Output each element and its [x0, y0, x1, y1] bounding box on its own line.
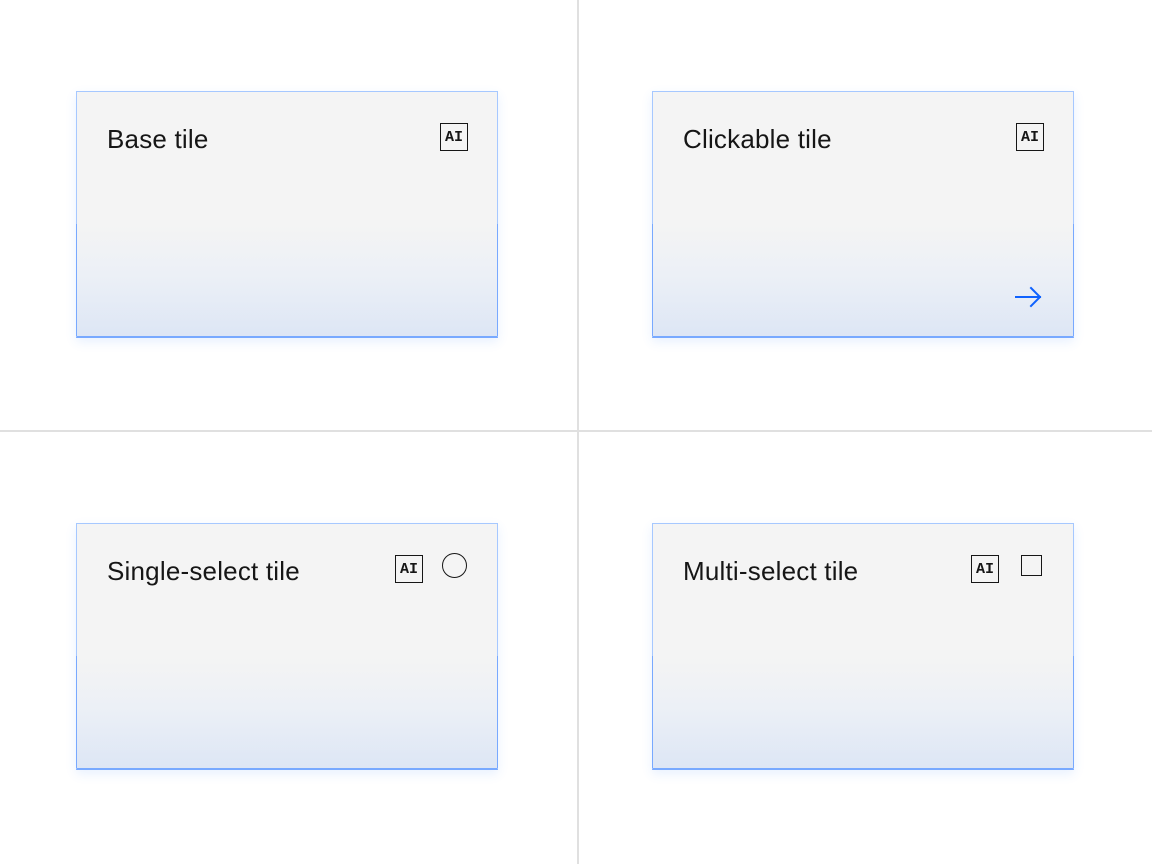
clickable-tile[interactable]: Clickable tile AI [652, 91, 1074, 338]
tile-title: Single-select tile [107, 556, 300, 586]
tile-title: Multi-select tile [683, 556, 859, 586]
tile-title: Clickable tile [683, 124, 832, 154]
multi-select-tile[interactable]: Multi-select tile AI [652, 523, 1074, 770]
radio-button-icon[interactable] [442, 553, 467, 578]
single-select-tile[interactable]: Single-select tile AI [76, 523, 498, 770]
checkbox-icon[interactable] [1021, 555, 1042, 576]
ai-label-icon[interactable]: AI [440, 123, 468, 151]
arrow-right-icon [1015, 286, 1042, 308]
tile-title: Base tile [107, 124, 209, 154]
ai-label-icon[interactable]: AI [971, 555, 999, 583]
vertical-divider [577, 0, 579, 864]
horizontal-divider [0, 430, 1152, 432]
base-tile: Base tile AI [76, 91, 498, 338]
ai-label-icon[interactable]: AI [395, 555, 423, 583]
ai-label-icon[interactable]: AI [1016, 123, 1044, 151]
